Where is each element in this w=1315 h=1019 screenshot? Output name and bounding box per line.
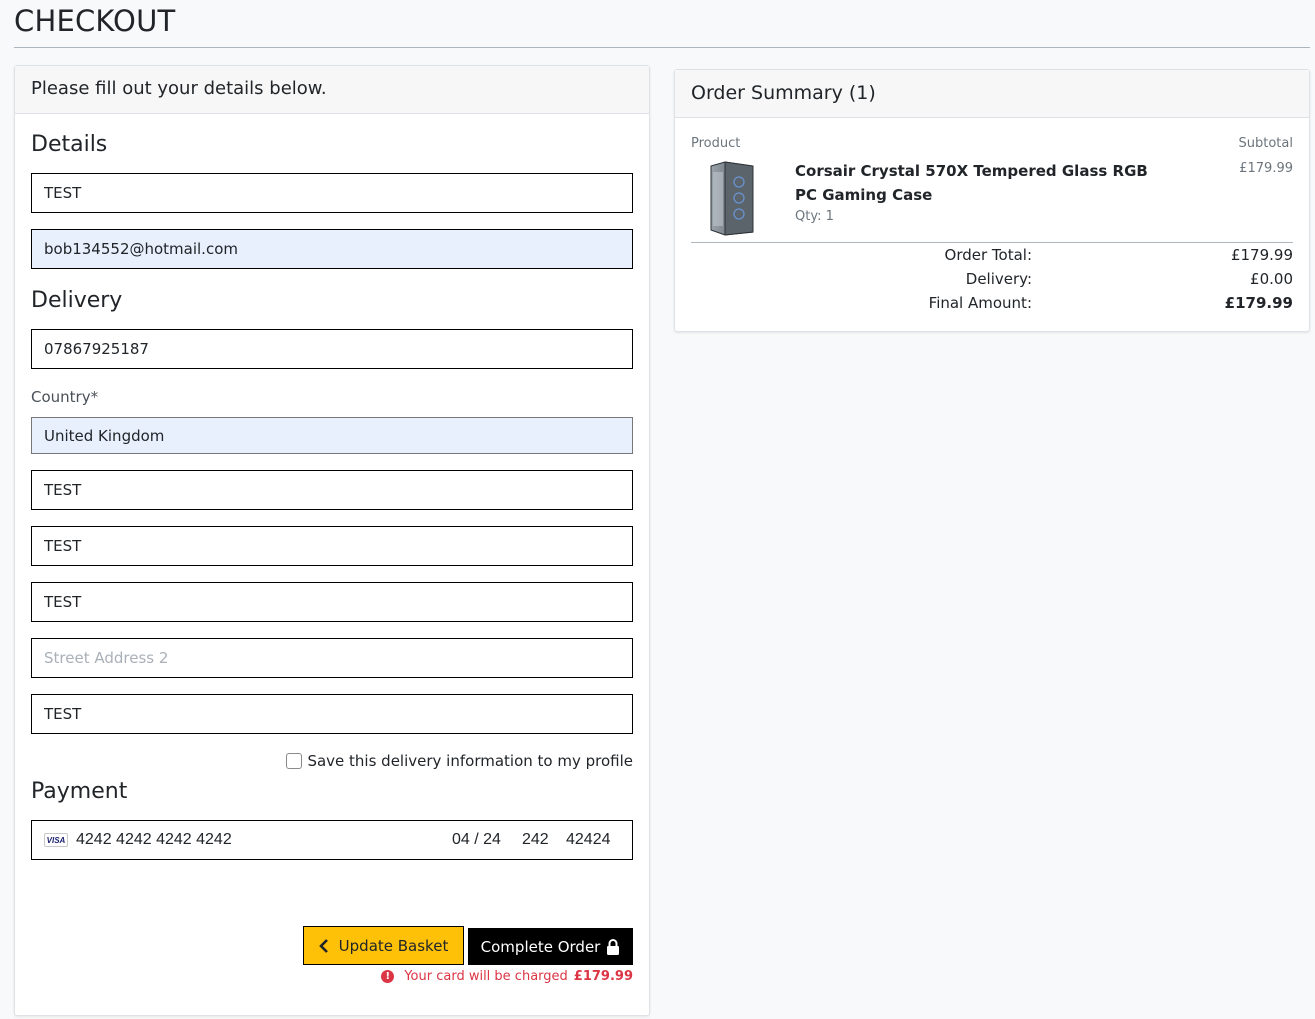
title-divider	[14, 47, 1310, 48]
town-input[interactable]	[44, 481, 620, 499]
order-summary-card: Order Summary (1) Product Subtotal Corsa…	[674, 69, 1310, 332]
postcode-field[interactable]	[31, 526, 633, 566]
order-total-value: £179.99	[1230, 246, 1293, 264]
complete-order-label: Complete Order	[480, 937, 601, 956]
charge-amount: £179.99	[573, 969, 633, 984]
card-expiry-input[interactable]: 04 / 24	[452, 831, 522, 849]
update-basket-label: Update Basket	[338, 936, 449, 955]
town-field[interactable]	[31, 470, 633, 510]
full-name-input[interactable]	[44, 184, 620, 202]
card-cvc-input[interactable]: 242	[522, 831, 566, 849]
page-title: CHECKOUT	[14, 4, 176, 38]
delivery-value: £0.00	[1250, 270, 1293, 288]
chevron-left-icon	[318, 938, 328, 953]
details-section-title: Details	[31, 132, 108, 157]
subtotal-column-header: Subtotal	[1238, 136, 1293, 151]
street-address-1-field[interactable]	[31, 582, 633, 622]
product-column-header: Product	[691, 136, 741, 151]
update-basket-button[interactable]: Update Basket	[303, 926, 464, 965]
county-input[interactable]	[44, 705, 620, 723]
street-address-2-input[interactable]	[44, 649, 620, 667]
postcode-input[interactable]	[44, 537, 620, 555]
save-info-label: Save this delivery information to my pro…	[307, 752, 633, 770]
charge-notice: ! Your card will be charged £179.99	[381, 969, 633, 984]
complete-order-button[interactable]: Complete Order	[468, 928, 633, 965]
card-element[interactable]: VISA 4242 4242 4242 4242 04 / 24 242 424…	[31, 820, 633, 860]
delivery-label: Delivery:	[965, 270, 1032, 288]
charge-notice-text: Your card will be charged	[404, 969, 568, 984]
save-info-checkbox[interactable]	[286, 753, 303, 769]
save-info-row[interactable]: Save this delivery information to my pro…	[286, 752, 633, 770]
final-amount-label: Final Amount:	[928, 294, 1032, 312]
product-subtotal: £179.99	[1239, 161, 1293, 176]
country-label: Country*	[31, 388, 99, 406]
product-qty: Qty: 1	[795, 209, 834, 224]
email-input[interactable]	[44, 240, 620, 258]
order-summary-header: Order Summary (1)	[675, 70, 1309, 118]
street-address-1-input[interactable]	[44, 593, 620, 611]
delivery-section-title: Delivery	[31, 288, 123, 313]
phone-field[interactable]	[31, 329, 633, 369]
email-field[interactable]	[31, 229, 633, 269]
country-select[interactable]: United Kingdom	[31, 417, 633, 454]
product-name: Corsair Crystal 570X Tempered Glass RGB …	[795, 162, 1148, 204]
product-image	[710, 161, 754, 236]
visa-card-icon: VISA	[44, 833, 68, 847]
summary-divider	[691, 242, 1293, 243]
country-selected-value: United Kingdom	[44, 426, 165, 445]
phone-input[interactable]	[44, 340, 620, 358]
checkout-form-card: Please fill out your details below. Deta…	[14, 65, 650, 1016]
payment-section-title: Payment	[31, 779, 128, 804]
county-field[interactable]	[31, 694, 633, 734]
card-zip-input[interactable]: 42424	[566, 831, 620, 849]
order-total-label: Order Total:	[944, 246, 1032, 264]
alert-circle-icon: !	[381, 970, 395, 983]
street-address-2-field[interactable]	[31, 638, 633, 678]
full-name-field[interactable]	[31, 173, 633, 213]
final-amount-value: £179.99	[1224, 294, 1293, 312]
lock-icon	[607, 938, 620, 955]
form-card-header: Please fill out your details below.	[15, 66, 649, 114]
card-number-input[interactable]: 4242 4242 4242 4242	[76, 831, 452, 849]
